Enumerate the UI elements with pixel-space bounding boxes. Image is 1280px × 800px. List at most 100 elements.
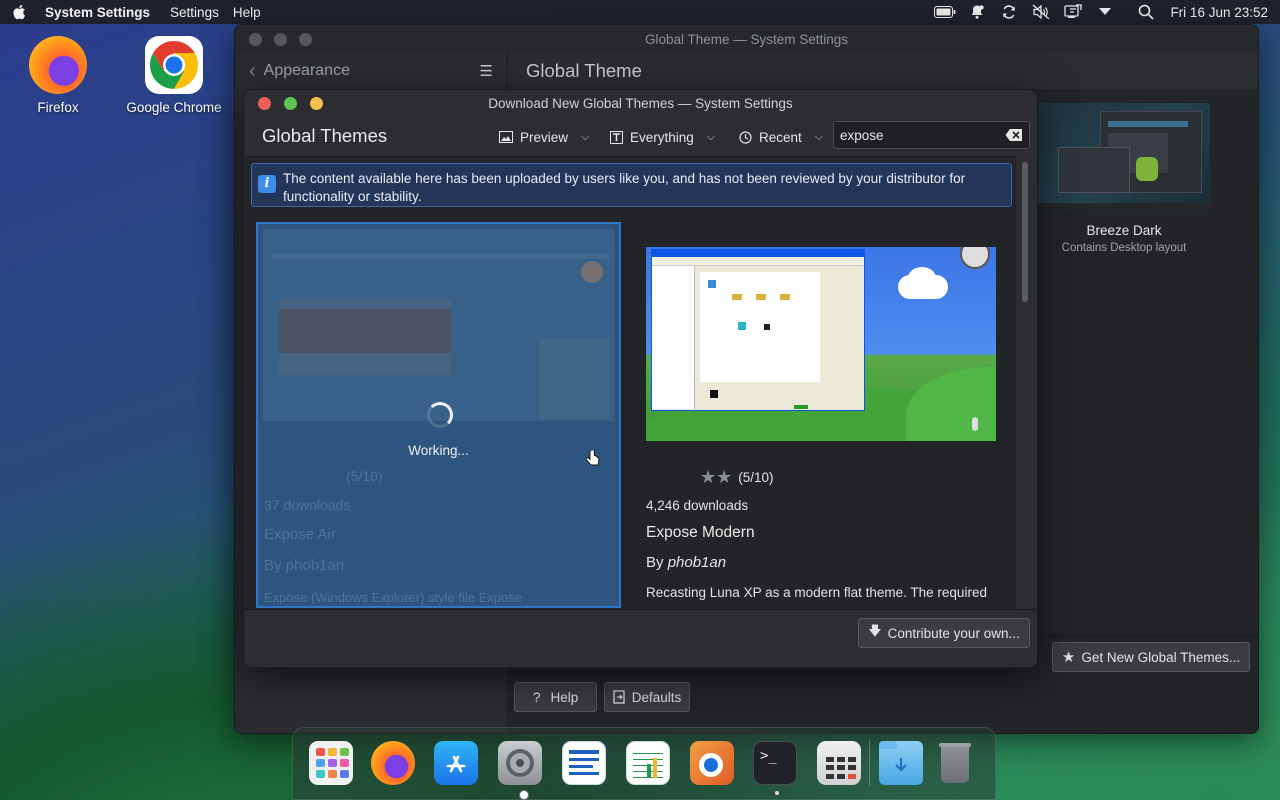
themes-content-area: i The content available here has been up… xyxy=(245,156,1016,609)
defaults-button[interactable]: Defaults xyxy=(604,682,690,712)
search-icon[interactable] xyxy=(1135,3,1157,21)
filter-dropdown[interactable]: Everything ⌵ xyxy=(610,124,715,150)
theme-preview-thumbnail xyxy=(263,229,614,421)
dialog-footer: 🡇 Contribute your own... xyxy=(244,609,1037,667)
maximize-button[interactable] xyxy=(299,32,312,46)
scrollbar-thumb[interactable] xyxy=(1022,162,1028,302)
apple-icon[interactable] xyxy=(11,3,29,21)
clipboard-icon[interactable] xyxy=(1062,3,1084,21)
info-banner: i The content available here has been up… xyxy=(251,163,1012,207)
get-new-themes-button[interactable]: ★ Get New Global Themes... xyxy=(1052,642,1250,672)
page-title: Global Theme xyxy=(526,60,642,81)
desktop-icon-firefox[interactable]: Firefox xyxy=(8,36,108,115)
dialog-titlebar[interactable]: Download New Global Themes — System Sett… xyxy=(244,90,1037,116)
help-icon: ? xyxy=(532,689,541,705)
theme-subtitle: Contains Desktop layout xyxy=(1061,242,1187,254)
sort-label: Recent xyxy=(759,129,802,145)
ghost-downloads: 37 downloads xyxy=(264,497,351,513)
author-name[interactable]: phob1an xyxy=(668,554,726,571)
menu-settings[interactable]: Settings xyxy=(170,5,219,20)
star-icon: ★ xyxy=(716,467,733,487)
download-arrow-icon: 🡇 xyxy=(868,623,882,638)
mouse-pointer-icon xyxy=(585,450,600,466)
trash-icon[interactable] xyxy=(933,741,977,785)
desktop-icon-label: Google Chrome xyxy=(126,100,222,115)
theme-card-loading[interactable]: (5/10) 37 downloads Expose Air By phob1a… xyxy=(256,222,621,608)
chevron-down-icon: ⌵ xyxy=(814,130,824,143)
search-field[interactable] xyxy=(833,121,1030,149)
theme-preview-thumbnail xyxy=(646,247,996,441)
dialog-heading: Global Themes xyxy=(262,125,388,146)
contribute-button[interactable]: 🡇 Contribute your own... xyxy=(858,618,1030,648)
theme-author: By phob1an xyxy=(646,554,996,571)
ghost-description: Expose (Windows Explorer) style file Exp… xyxy=(264,590,522,605)
ghost-rating: (5/10) xyxy=(346,468,383,484)
dock-separator xyxy=(869,740,870,786)
clock-icon xyxy=(739,130,752,144)
download-themes-dialog: Download New Global Themes — System Sett… xyxy=(243,89,1038,668)
system-tray: Fri 16 Jun 23:52 xyxy=(929,3,1280,21)
clock[interactable]: Fri 16 Jun 23:52 xyxy=(1170,5,1268,20)
loading-spinner-icon xyxy=(427,402,453,428)
hamburger-menu-icon[interactable]: ☰ xyxy=(480,62,493,80)
minimize-button[interactable] xyxy=(310,96,323,110)
volume-muted-icon[interactable] xyxy=(1030,3,1052,21)
app-store-icon[interactable] xyxy=(434,741,478,785)
help-button[interactable]: ? Help xyxy=(514,682,597,712)
photo-viewer-icon[interactable] xyxy=(690,741,734,785)
menu-help[interactable]: Help xyxy=(233,5,261,20)
close-button[interactable] xyxy=(249,32,262,46)
clear-search-icon[interactable] xyxy=(1005,128,1023,142)
firefox-icon xyxy=(29,36,87,94)
view-mode-label: Preview xyxy=(520,129,569,145)
star-icon: ★ xyxy=(700,467,717,487)
close-button[interactable] xyxy=(258,96,271,110)
notifications-icon[interactable] xyxy=(966,3,988,21)
minimize-button[interactable] xyxy=(274,32,287,46)
theme-description: Recasting Luna XP as a modern flat theme… xyxy=(646,585,987,600)
defaults-label: Defaults xyxy=(631,689,682,705)
dock: >_ xyxy=(292,727,996,800)
firefox-icon[interactable] xyxy=(371,741,415,785)
contribute-label: Contribute your own... xyxy=(887,625,1020,641)
theme-name: Breeze Dark xyxy=(1086,223,1162,238)
text-editor-icon[interactable] xyxy=(562,741,606,785)
info-banner-text: The content available here has been uplo… xyxy=(283,171,966,204)
sidebar-header: ‹ Appearance ☰ xyxy=(235,53,508,89)
theme-card-breeze-dark[interactable]: Breeze Dark Contains Desktop layout xyxy=(1038,103,1210,254)
dialog-toolbar: Global Themes Preview ⌵ Everything ⌵ Rec… xyxy=(244,116,1037,156)
running-indicator xyxy=(519,790,529,800)
desktop-icon-chrome[interactable]: Google Chrome xyxy=(124,36,224,115)
window-titlebar[interactable]: Global Theme — System Settings xyxy=(235,25,1258,53)
author-prefix: By xyxy=(646,554,664,571)
rating-text: (5/10) xyxy=(738,470,774,485)
spreadsheet-icon[interactable] xyxy=(626,741,670,785)
chevron-down-icon[interactable] xyxy=(1094,3,1116,21)
star-icon: ★ xyxy=(1061,649,1076,666)
download-count: 4,246 downloads xyxy=(646,498,749,513)
system-settings-icon[interactable] xyxy=(498,741,542,785)
maximize-button[interactable] xyxy=(284,96,297,110)
content-scrollbar[interactable] xyxy=(1019,157,1031,607)
sort-dropdown[interactable]: Recent ⌵ xyxy=(739,124,823,150)
ghost-author: By phob1an xyxy=(264,557,345,574)
rating: ★ ★ (5/10) xyxy=(700,467,996,488)
menu-app-name[interactable]: System Settings xyxy=(45,5,150,20)
calculator-icon[interactable] xyxy=(817,741,861,785)
battery-icon[interactable] xyxy=(934,3,956,21)
launchpad-icon[interactable] xyxy=(309,741,353,785)
back-icon[interactable]: ‹ xyxy=(249,60,256,83)
view-mode-dropdown[interactable]: Preview ⌵ xyxy=(499,124,589,150)
image-icon xyxy=(499,131,513,143)
defaults-icon xyxy=(613,690,625,704)
chevron-down-icon: ⌵ xyxy=(706,130,716,143)
chevron-down-icon: ⌵ xyxy=(581,130,590,143)
theme-card-expose-modern[interactable]: ★ ★ (5/10) 4,246 downloads Expose Modern… xyxy=(646,247,996,600)
dialog-title: Download New Global Themes — System Sett… xyxy=(488,95,793,111)
chrome-icon xyxy=(145,36,203,94)
sync-icon[interactable] xyxy=(998,3,1020,21)
search-input[interactable] xyxy=(834,126,1005,144)
terminal-icon[interactable]: >_ xyxy=(753,741,797,785)
filter-icon xyxy=(610,130,623,144)
downloads-folder-icon[interactable] xyxy=(879,741,923,785)
